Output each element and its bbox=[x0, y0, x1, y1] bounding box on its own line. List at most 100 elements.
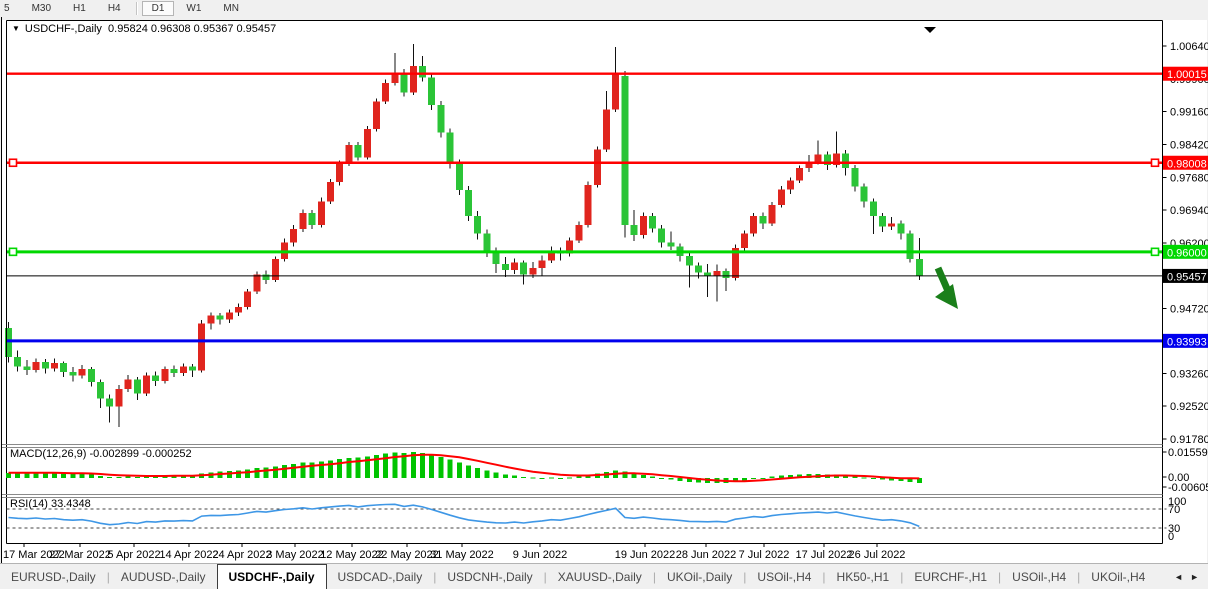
timeframe-button-d1[interactable]: D1 bbox=[142, 1, 175, 16]
price-tick-label: 1.00640 bbox=[1170, 41, 1208, 53]
tab-audusd-daily[interactable]: AUDUSD-,Daily bbox=[110, 564, 217, 589]
candle-body bbox=[474, 216, 481, 234]
tab-usdchf-daily[interactable]: USDCHF-,Daily bbox=[217, 564, 327, 589]
macd-histogram-bar bbox=[429, 455, 434, 478]
tab-eurchf-h1[interactable]: EURCHF-,H1 bbox=[903, 564, 998, 589]
price-badge-label: 0.93993 bbox=[1167, 336, 1207, 348]
macd-histogram-bar bbox=[135, 477, 140, 478]
candle-body bbox=[713, 271, 720, 276]
chart-canvas[interactable]: 1.006400.999000.991600.984200.976800.969… bbox=[0, 17, 1208, 563]
tab-scroll-left-icon[interactable]: ◄ bbox=[1174, 572, 1183, 582]
candle-body bbox=[419, 66, 426, 78]
macd-histogram-bar bbox=[576, 476, 581, 478]
candle-body bbox=[355, 145, 362, 157]
candle-body bbox=[695, 266, 702, 273]
candle-body bbox=[796, 168, 803, 180]
macd-histogram-bar bbox=[254, 468, 259, 478]
date-label: 5 Apr 2022 bbox=[107, 549, 160, 561]
candle-body bbox=[612, 74, 619, 109]
tab-usoil-h4[interactable]: USOil-,H4 bbox=[1001, 564, 1077, 589]
macd-histogram-bar bbox=[116, 477, 121, 478]
candle-body bbox=[207, 316, 214, 324]
tab-eurusd-daily[interactable]: EURUSD-,Daily bbox=[0, 564, 107, 589]
macd-histogram-bar bbox=[98, 476, 103, 478]
rsi-axis-label: 0 bbox=[1168, 531, 1174, 543]
tab-ukoil-daily[interactable]: UKOil-,Daily bbox=[656, 564, 743, 589]
macd-histogram-bar bbox=[678, 478, 683, 481]
macd-histogram-bar bbox=[558, 478, 563, 479]
price-tick-label: 0.99160 bbox=[1170, 107, 1208, 119]
candle-body bbox=[631, 225, 638, 235]
candle-body bbox=[465, 190, 472, 216]
candle-body bbox=[364, 129, 371, 157]
candle-body bbox=[60, 363, 67, 372]
line-handle[interactable] bbox=[10, 248, 17, 255]
candle-body bbox=[79, 369, 86, 376]
candle-body bbox=[456, 164, 463, 191]
macd-histogram-bar bbox=[448, 460, 453, 478]
timeframe-button-mn[interactable]: MN bbox=[213, 1, 249, 16]
candle-body bbox=[437, 105, 444, 133]
line-handle[interactable] bbox=[1152, 159, 1159, 166]
candle-body bbox=[373, 101, 380, 129]
candle-body bbox=[42, 362, 49, 369]
candle-body bbox=[861, 187, 868, 202]
macd-histogram-bar bbox=[245, 469, 250, 478]
macd-histogram-bar bbox=[291, 464, 296, 478]
date-label: 3 May 2022 bbox=[266, 549, 323, 561]
macd-histogram-bar bbox=[475, 468, 480, 478]
candle-body bbox=[244, 291, 251, 307]
tab-xauusd-daily[interactable]: XAUUSD-,Daily bbox=[547, 564, 653, 589]
timeframe-button-5[interactable]: 5 bbox=[0, 1, 20, 16]
candle-body bbox=[870, 202, 877, 216]
tab-usdcad-daily[interactable]: USDCAD-,Daily bbox=[327, 564, 434, 589]
chart-tab-bar: EURUSD-,Daily|AUDUSD-,DailyUSDCHF-,Daily… bbox=[0, 563, 1208, 589]
candle-body bbox=[115, 389, 122, 407]
macd-histogram-bar bbox=[540, 478, 545, 479]
date-label: 27 Mar 2022 bbox=[49, 549, 111, 561]
candle-body bbox=[539, 260, 546, 268]
candle-body bbox=[621, 76, 628, 225]
candle-body bbox=[401, 73, 408, 93]
price-tick-label: 0.91780 bbox=[1170, 434, 1208, 446]
timeframe-button-m30[interactable]: M30 bbox=[22, 1, 61, 16]
timeframe-button-h4[interactable]: H4 bbox=[98, 1, 131, 16]
candle-body bbox=[585, 185, 592, 225]
tab-usoil-h4[interactable]: USOil-,H4 bbox=[746, 564, 822, 589]
candle-body bbox=[97, 382, 104, 399]
price-tick-label: 0.96940 bbox=[1170, 205, 1208, 217]
macd-indicator-label: MACD(12,26,9) -0.002899 -0.000252 bbox=[10, 448, 192, 460]
candle-body bbox=[759, 216, 766, 224]
tab-usdcnh-daily[interactable]: USDCNH-,Daily bbox=[436, 564, 543, 589]
tab-ukoil-h4[interactable]: UKOil-,H4 bbox=[1080, 564, 1156, 589]
chart-title[interactable]: ▼USDCHF-,Daily 0.95824 0.96308 0.95367 0… bbox=[12, 23, 276, 35]
candle-body bbox=[897, 223, 904, 233]
macd-histogram-bar bbox=[236, 470, 241, 478]
candle-body bbox=[658, 228, 665, 242]
candle-body bbox=[879, 216, 886, 227]
candle-body bbox=[511, 262, 518, 270]
candle-body bbox=[327, 182, 334, 201]
macd-histogram-bar bbox=[871, 478, 876, 479]
candle-body bbox=[33, 362, 40, 370]
symbol-dropdown-icon[interactable]: ▼ bbox=[12, 24, 20, 33]
line-handle[interactable] bbox=[10, 159, 17, 166]
macd-histogram-bar bbox=[521, 477, 526, 478]
candle-body bbox=[88, 369, 95, 382]
candle-body bbox=[741, 234, 748, 248]
line-handle[interactable] bbox=[1152, 248, 1159, 255]
timeframe-button-h1[interactable]: H1 bbox=[63, 1, 96, 16]
macd-histogram-bar bbox=[282, 465, 287, 478]
macd-histogram-bar bbox=[300, 463, 305, 478]
tab-scroll-right-icon[interactable]: ► bbox=[1190, 572, 1199, 582]
candle-body bbox=[290, 229, 297, 242]
candle-body bbox=[382, 83, 389, 102]
macd-histogram-bar bbox=[107, 477, 112, 478]
price-badge-label: 0.96000 bbox=[1167, 247, 1207, 259]
candle-body bbox=[106, 399, 113, 407]
timeframe-button-w1[interactable]: W1 bbox=[176, 1, 211, 16]
candle-body bbox=[640, 216, 647, 235]
price-tick-label: 0.93260 bbox=[1170, 368, 1208, 380]
date-label: 28 Jun 2022 bbox=[676, 549, 737, 561]
tab-hk50-h1[interactable]: HK50-,H1 bbox=[826, 564, 901, 589]
